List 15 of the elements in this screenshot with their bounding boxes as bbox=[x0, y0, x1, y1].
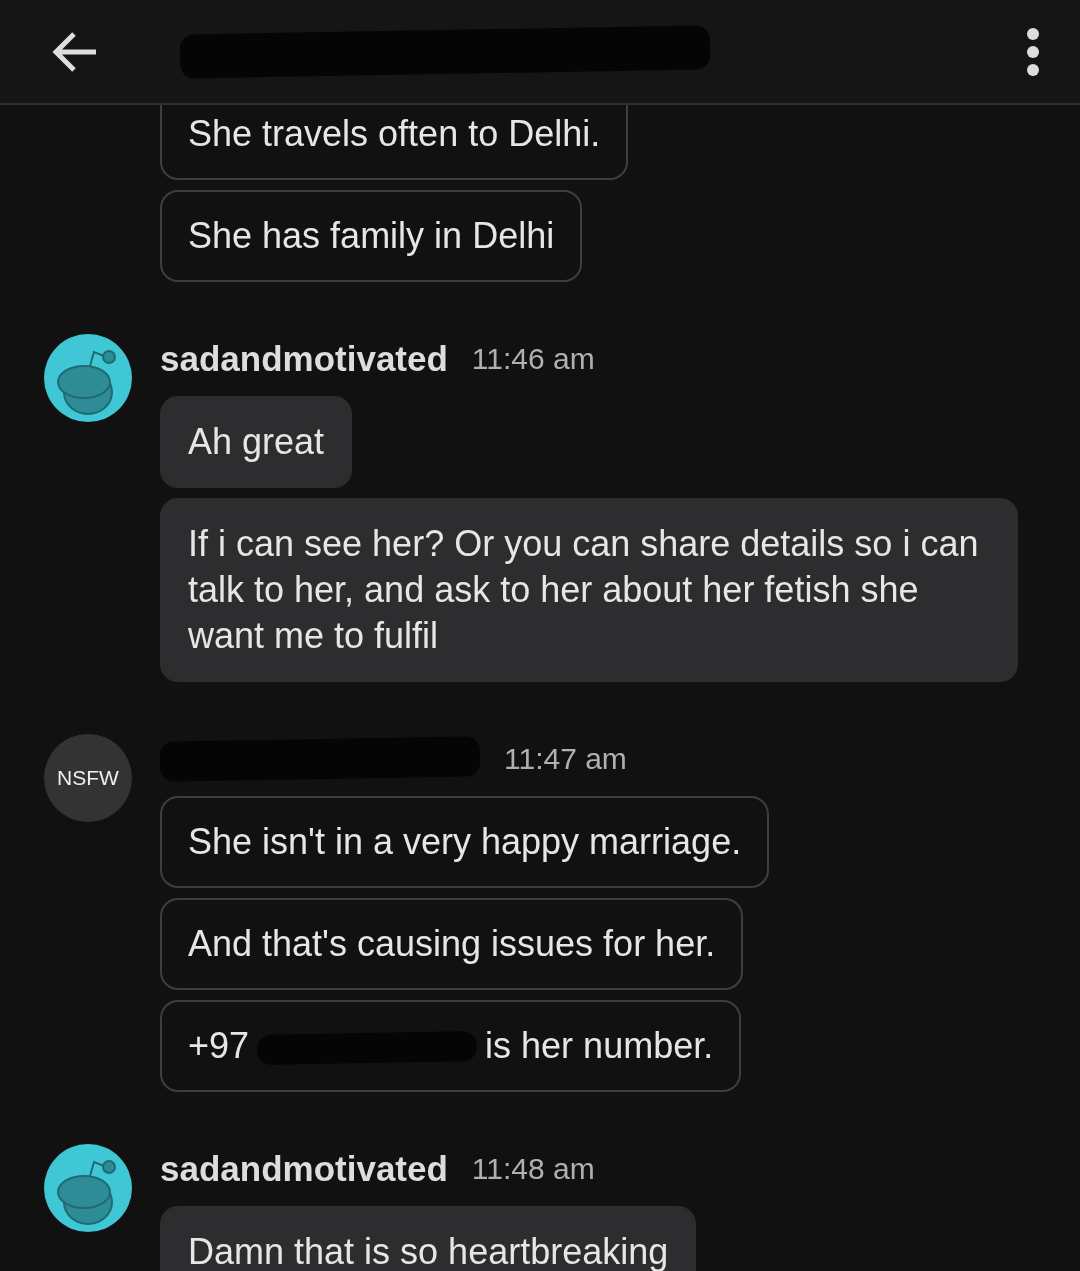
timestamp: 11:48 am bbox=[471, 1152, 595, 1186]
message-text: +97 bbox=[188, 1025, 250, 1066]
message-bubble: If i can see her? Or you can share details so i can talk to her, and ask to her about her fetish she want me to fulfil bbox=[160, 498, 1018, 682]
message-text: is her number. bbox=[485, 1025, 714, 1066]
username[interactable]: sadandmotivated bbox=[160, 1149, 448, 1189]
message-bubble: And that's causing issues for her. bbox=[160, 898, 744, 990]
message-bubble: Ah great bbox=[160, 396, 353, 488]
message-bubble: Damn that is so heartbreaking bbox=[160, 1206, 697, 1271]
timestamp: 11:46 am bbox=[471, 342, 595, 376]
message-bubble: She isn't in a very happy marriage. bbox=[160, 796, 770, 888]
message-bubble: She has family in Delhi bbox=[160, 190, 583, 282]
avatar[interactable]: NSFW bbox=[44, 734, 132, 822]
more-icon[interactable] bbox=[1026, 26, 1040, 77]
timestamp: 11:47 am bbox=[504, 742, 627, 776]
username[interactable]: sadandmotivated bbox=[160, 339, 448, 379]
